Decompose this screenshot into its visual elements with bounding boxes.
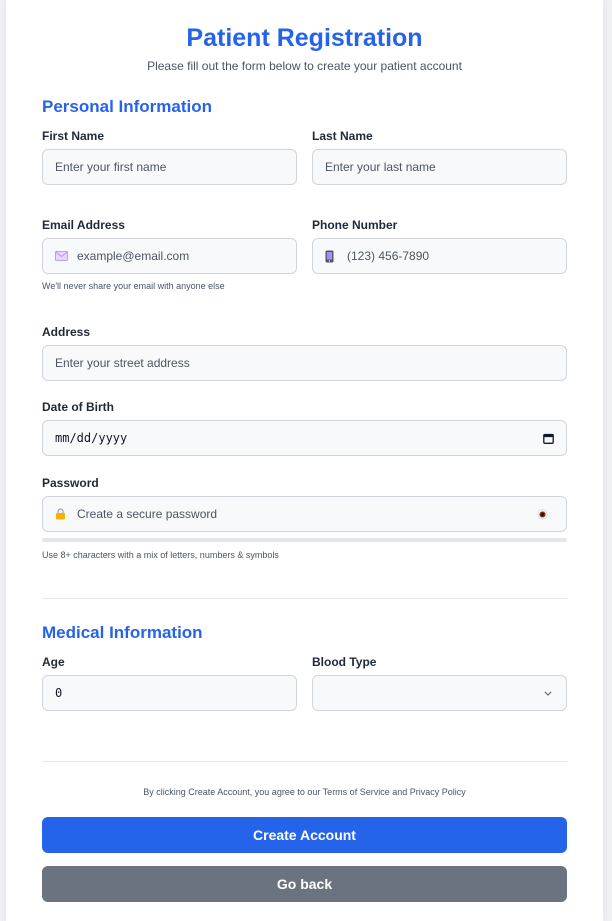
first-name-label: First Name: [42, 129, 105, 143]
medical-section-title: Medical Information: [42, 623, 203, 642]
calendar-icon[interactable]: [543, 421, 554, 455]
phone-placeholder: (123) 456-7890: [347, 249, 430, 263]
age-value: 0: [55, 686, 63, 700]
phone-label: Phone Number: [312, 218, 398, 232]
blood-type-label: Blood Type: [312, 655, 377, 669]
registration-card: Patient Registration Please fill out the…: [6, 0, 603, 921]
password-label: Password: [42, 476, 99, 490]
password-hint: Use 8+ characters with a mix of letters,…: [42, 550, 279, 560]
lock-icon: [55, 508, 77, 520]
create-account-button[interactable]: Create Account: [42, 817, 567, 853]
envelope-icon: [55, 251, 77, 261]
chevron-down-icon: [544, 676, 552, 710]
personal-section-title: Personal Information: [42, 97, 213, 116]
dob-label: Date of Birth: [42, 400, 114, 414]
first-name-input[interactable]: Enter your first name: [42, 149, 297, 185]
email-hint: We'll never share your email with anyone…: [42, 281, 225, 291]
email-label: Email Address: [42, 218, 125, 232]
last-name-label: Last Name: [312, 129, 373, 143]
password-field[interactable]: Create a secure password: [42, 496, 567, 532]
first-name-placeholder: Enter your first name: [55, 160, 167, 174]
age-label: Age: [42, 655, 65, 669]
password-placeholder: Create a secure password: [77, 507, 218, 521]
dob-value: mm/dd/yyyy: [55, 431, 128, 445]
last-name-input[interactable]: Enter your last name: [312, 149, 567, 185]
address-input[interactable]: Enter your street address: [42, 345, 567, 381]
email-placeholder: example@email.com: [77, 249, 190, 263]
eye-icon[interactable]: [537, 497, 548, 531]
address-placeholder: Enter your street address: [55, 356, 190, 370]
footer-divider: [42, 761, 567, 762]
go-back-button[interactable]: Go back: [42, 866, 567, 902]
address-label: Address: [42, 325, 91, 339]
age-input[interactable]: 0: [42, 675, 297, 711]
mobile-phone-icon: [325, 250, 347, 263]
page-subtitle: Please fill out the form below to create…: [147, 59, 462, 73]
email-field[interactable]: example@email.com: [42, 238, 297, 274]
phone-field[interactable]: (123) 456-7890: [312, 238, 567, 274]
password-strength-bar: [42, 538, 567, 542]
last-name-placeholder: Enter your last name: [325, 160, 436, 174]
blood-type-select[interactable]: [312, 675, 567, 711]
dob-input[interactable]: mm/dd/yyyy: [42, 420, 567, 456]
section-divider: [42, 598, 567, 599]
page-title: Patient Registration: [186, 24, 423, 52]
terms-notice: By clicking Create Account, you agree to…: [143, 787, 466, 797]
